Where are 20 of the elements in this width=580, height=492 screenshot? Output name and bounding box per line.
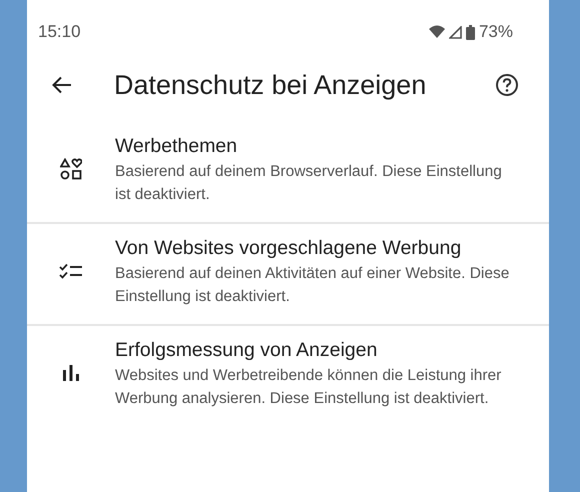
- item-title: Erfolgsmessung von Anzeigen: [115, 338, 378, 363]
- battery-icon: [466, 24, 475, 40]
- settings-item[interactable]: Erfolgsmessung von Anzeigen Websites und Werbetreibende können die Leistung ihrer Werbung analysieren. Diese Einstellung ist deaktiviert.: [27, 326, 549, 426]
- item-title: Von Websites vorgeschlagene Werbung: [115, 236, 462, 261]
- item-description: Basierend auf deinen Aktivitäten auf einer Website. Diese Einstellung ist deaktiviert.: [115, 264, 510, 307]
- checklist-icon: [59, 263, 83, 279]
- item-description: Basierend auf deinem Browserverlauf. Diese Einstellung ist deaktiviert.: [115, 162, 503, 205]
- item-title: Werbethemen: [115, 134, 238, 159]
- item-description: Websites und Werbetreibende können die Leistung ihrer Werbung analysieren. Diese Einstellung ist deaktiviert.: [115, 366, 502, 409]
- back-arrow-icon[interactable]: [52, 76, 72, 94]
- settings-item[interactable]: Werbethemen Basierend auf deinem Browserverlauf. Diese Einstellung ist deaktiviert.: [27, 122, 549, 222]
- bar-chart-icon: [62, 365, 80, 381]
- page-title: Datenschutz bei Anzeigen: [114, 70, 428, 100]
- help-icon[interactable]: [495, 73, 519, 97]
- wifi-icon: [428, 25, 445, 39]
- settings-item[interactable]: Von Websites vorgeschlagene Werbung Basierend auf deinen Aktivitäten auf einer Website. Diese Einstellung ist deaktiviert.: [27, 224, 549, 324]
- shapes-icon: [60, 158, 82, 180]
- battery-percent: 73%: [478, 22, 513, 42]
- signal-icon: [448, 26, 462, 38]
- status-time: 15:10: [38, 22, 81, 42]
